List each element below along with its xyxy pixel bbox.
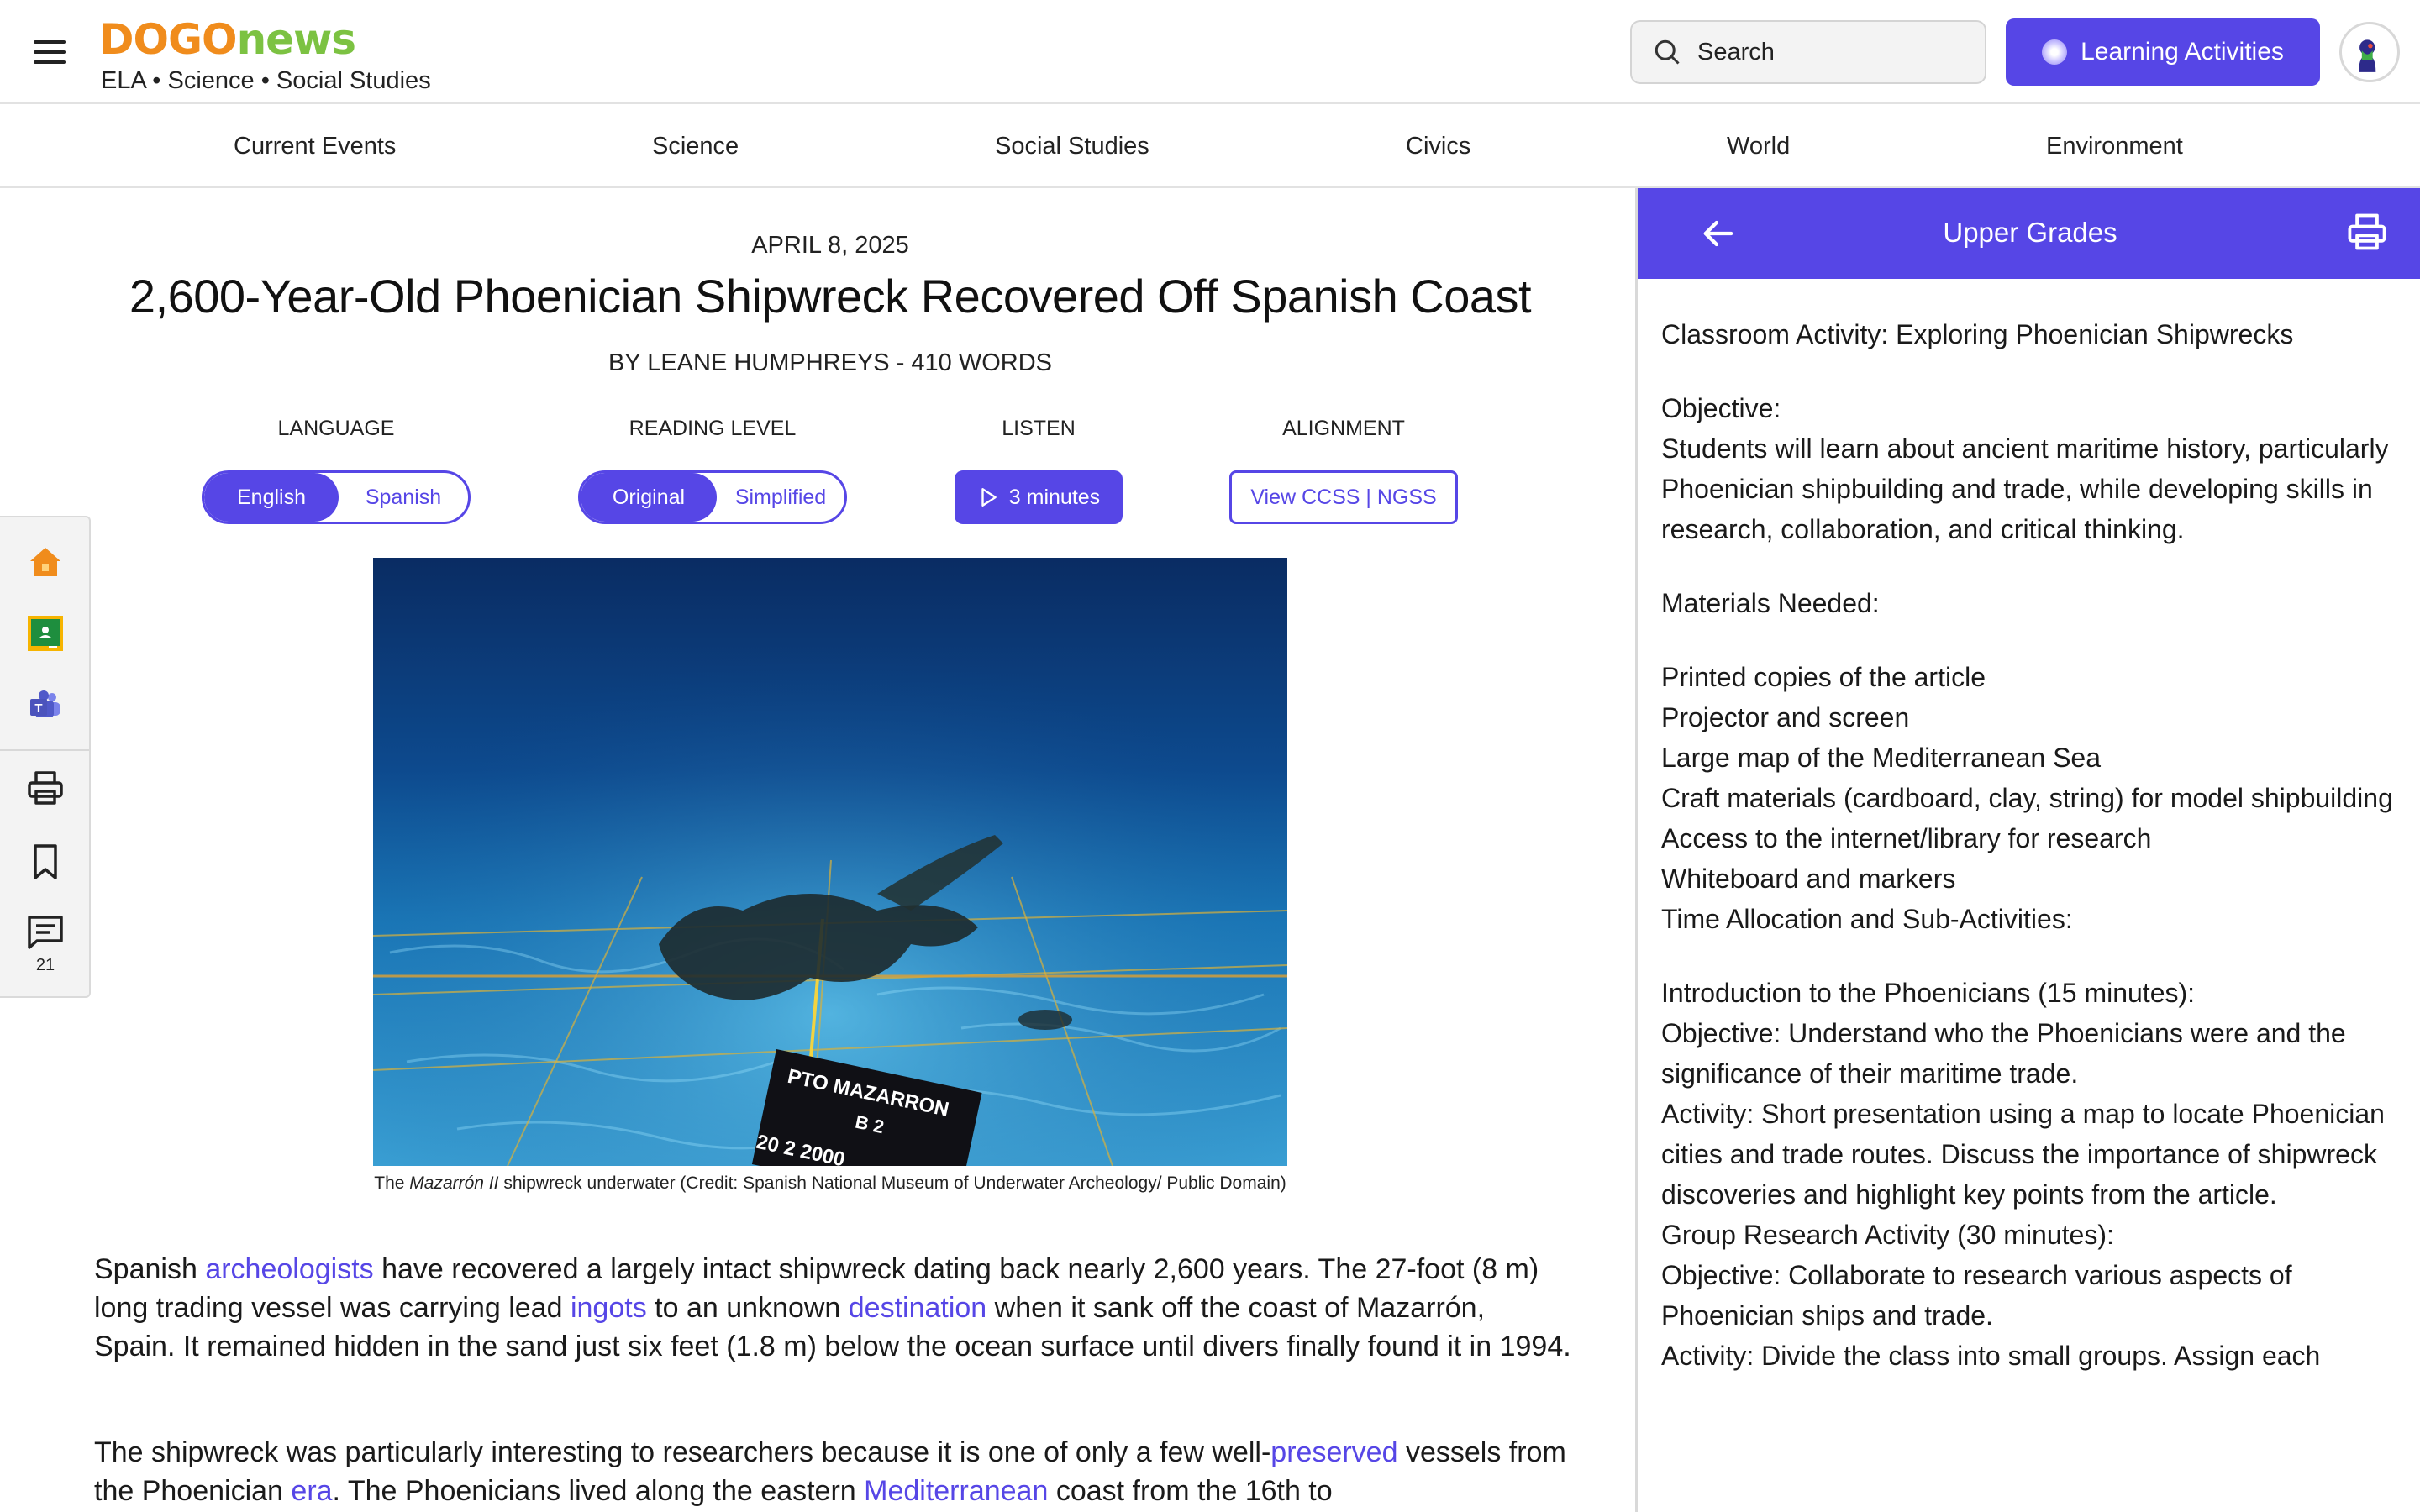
learning-activities-panel: Upper Grades Classroom Activity: Explori… bbox=[1635, 188, 2420, 1512]
activity-line: Large map of the Mediterranean Sea bbox=[1661, 743, 2101, 773]
article-paragraph-2: The shipwreck was particularly interesti… bbox=[94, 1433, 1573, 1510]
activity-line: Students will learn about ancient mariti… bbox=[1661, 433, 2389, 544]
avatar-icon bbox=[2342, 24, 2393, 76]
article-paragraph-1: Spanish archeologists have recovered a l… bbox=[94, 1250, 1573, 1366]
activity-line: Activity: Short presentation using a map… bbox=[1661, 1099, 2385, 1210]
shipwreck-image: PTO MAZARRON B 2 20 2 2000 bbox=[373, 558, 1287, 1166]
caption-ship-name: Mazarrón II bbox=[409, 1173, 499, 1193]
activity-line: Group Research Activity (30 minutes): bbox=[1661, 1220, 2114, 1250]
sparkle-icon bbox=[2042, 39, 2068, 65]
activity-line: Introduction to the Phoenicians (15 minu… bbox=[1661, 978, 2196, 1008]
language-label: LANGUAGE bbox=[277, 417, 395, 440]
article-byline: BY LEANE HUMPHREYS - 410 WORDS bbox=[608, 349, 1053, 376]
nav-environment[interactable]: Environment bbox=[2046, 133, 2183, 160]
activity-line: Objective: Collaborate to research vario… bbox=[1661, 1260, 2292, 1331]
glossary-link-archeologists[interactable]: archeologists bbox=[205, 1253, 373, 1285]
reading-level-toggle: Original Simplified bbox=[578, 470, 847, 524]
activity-line: Printed copies of the article bbox=[1661, 662, 1986, 692]
language-spanish-option[interactable]: Spanish bbox=[339, 473, 468, 522]
view-ccss-ngss-button[interactable]: View CCSS | NGSS bbox=[1229, 470, 1458, 524]
microsoft-teams-icon[interactable]: T bbox=[25, 685, 66, 726]
search-box[interactable] bbox=[1630, 20, 1986, 84]
glossary-link-destination[interactable]: destination bbox=[849, 1292, 986, 1324]
learning-activities-button[interactable]: Learning Activities bbox=[2006, 18, 2320, 86]
language-english-option[interactable]: English bbox=[204, 473, 339, 522]
panel-print-icon[interactable] bbox=[2345, 210, 2389, 254]
language-toggle: English Spanish bbox=[202, 470, 471, 524]
glossary-link-mediterranean[interactable]: Mediterranean bbox=[864, 1475, 1048, 1507]
text: coast from the 16th to bbox=[1048, 1475, 1333, 1507]
menu-bar bbox=[34, 60, 66, 64]
learning-activities-label: Learning Activities bbox=[2081, 38, 2284, 66]
menu-bar bbox=[34, 50, 66, 54]
nav-world[interactable]: World bbox=[1727, 133, 1790, 160]
panel-title: Upper Grades bbox=[1943, 217, 2118, 248]
menu-bar bbox=[34, 40, 66, 44]
listen-button[interactable]: 3 minutes bbox=[955, 470, 1123, 524]
article-title: 2,600-Year-Old Phoenician Shipwreck Reco… bbox=[129, 270, 1532, 323]
google-classroom-icon[interactable] bbox=[25, 613, 66, 654]
text: The shipwreck was particularly interesti… bbox=[94, 1436, 1271, 1468]
logo-dogo: DOGO bbox=[99, 15, 238, 64]
text: . The Phoenicians lived along the easter… bbox=[332, 1475, 865, 1507]
nav-current-events[interactable]: Current Events bbox=[234, 133, 396, 160]
comment-icon[interactable] bbox=[25, 912, 66, 953]
bookmark-icon[interactable] bbox=[25, 842, 66, 882]
listen-duration: 3 minutes bbox=[1008, 485, 1101, 509]
glossary-link-preserved[interactable]: preserved bbox=[1270, 1436, 1397, 1468]
nav-civics[interactable]: Civics bbox=[1406, 133, 1470, 160]
nav-science[interactable]: Science bbox=[652, 133, 739, 160]
reading-original-option[interactable]: Original bbox=[581, 473, 717, 522]
toolbar-divider bbox=[0, 749, 89, 751]
text: to an unknown bbox=[646, 1292, 849, 1324]
hamburger-menu-icon[interactable] bbox=[34, 32, 74, 72]
activity-line: Activity: Divide the class into small gr… bbox=[1661, 1341, 2321, 1371]
share-toolbar: T 21 bbox=[0, 516, 91, 998]
user-avatar[interactable] bbox=[2339, 22, 2400, 82]
caption-credit: shipwreck underwater (Credit: Spanish Na… bbox=[498, 1173, 1286, 1193]
logo-news: news bbox=[236, 15, 356, 64]
top-header: DOGOnews ELA • Science • Social Studies … bbox=[0, 0, 2420, 104]
svg-text:T: T bbox=[34, 701, 42, 716]
caption-prefix: The bbox=[374, 1173, 410, 1193]
site-tagline: ELA • Science • Social Studies bbox=[101, 67, 431, 94]
activity-line: Time Allocation and Sub-Activities: bbox=[1661, 904, 2073, 934]
activity-content: Classroom Activity: Exploring Phoenician… bbox=[1661, 314, 2401, 1376]
activity-line: Objective: bbox=[1661, 393, 1781, 423]
print-icon[interactable] bbox=[25, 768, 66, 808]
nav-social-studies[interactable]: Social Studies bbox=[995, 133, 1150, 160]
activity-line: Projector and screen bbox=[1661, 702, 1910, 732]
panel-header: Upper Grades bbox=[1638, 188, 2420, 279]
listen-label: LISTEN bbox=[1002, 417, 1076, 440]
activity-line: Craft materials (cardboard, clay, string… bbox=[1661, 783, 2393, 813]
article: APRIL 8, 2025 2,600-Year-Old Phoenician … bbox=[0, 188, 1637, 1512]
glossary-link-ingots[interactable]: ingots bbox=[571, 1292, 647, 1324]
activity-line: Access to the internet/library for resea… bbox=[1661, 823, 2152, 853]
home-icon[interactable] bbox=[25, 541, 66, 581]
activity-line: Objective: Understand who the Phoenician… bbox=[1661, 1018, 2346, 1089]
glossary-link-era[interactable]: era bbox=[291, 1475, 332, 1507]
play-icon bbox=[981, 488, 997, 507]
dogonews-logo[interactable]: DOGOnews bbox=[99, 15, 356, 64]
reading-simplified-option[interactable]: Simplified bbox=[717, 473, 844, 522]
activity-line: Classroom Activity: Exploring Phoenician… bbox=[1661, 319, 2294, 349]
activity-line: Materials Needed: bbox=[1661, 588, 1880, 618]
category-nav: Current Events Science Social Studies Ci… bbox=[0, 104, 2420, 188]
photo-caption: The Mazarrón II shipwreck underwater (Cr… bbox=[353, 1171, 1307, 1196]
alignment-label: ALIGNMENT bbox=[1282, 417, 1405, 440]
text: Spanish bbox=[94, 1253, 206, 1285]
article-date: APRIL 8, 2025 bbox=[751, 232, 909, 259]
reading-level-label: READING LEVEL bbox=[629, 417, 797, 440]
activity-line: Whiteboard and markers bbox=[1661, 864, 1956, 894]
shipwreck-photo: PTO MAZARRON B 2 20 2 2000 bbox=[373, 558, 1287, 1166]
search-input[interactable] bbox=[1697, 38, 1949, 66]
search-icon bbox=[1655, 39, 1680, 65]
comment-count: 21 bbox=[35, 956, 55, 974]
